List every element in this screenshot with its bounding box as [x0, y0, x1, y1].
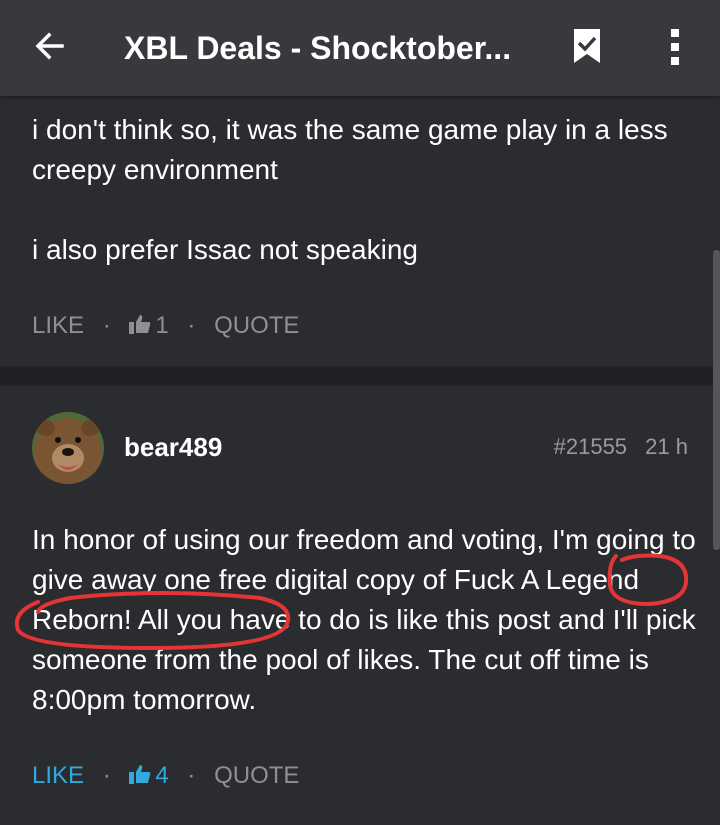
username[interactable]: bear489	[124, 430, 222, 464]
separator: ·	[187, 311, 196, 339]
separator: ·	[102, 761, 111, 789]
post-paragraph: In honor of using our freedom and voting…	[32, 524, 696, 715]
quote-button[interactable]: QUOTE	[214, 306, 299, 346]
post-number[interactable]: #21555	[554, 434, 627, 459]
post-meta: #21555 21 h	[554, 432, 688, 462]
post-body: i don't think so, it was the same game p…	[32, 110, 696, 270]
thumbs-up-icon	[129, 765, 151, 785]
separator: ·	[102, 311, 111, 339]
like-count[interactable]: 4	[129, 755, 169, 796]
thumbs-up-icon	[129, 315, 151, 335]
like-count[interactable]: 1	[129, 305, 169, 346]
bear-avatar-image	[32, 412, 104, 484]
thread-title: XBL Deals - Shocktober...	[124, 30, 512, 66]
separator: ·	[187, 761, 196, 789]
post-actions: LIKE · 4 · QUOTE	[32, 755, 299, 795]
scrollbar[interactable]	[713, 250, 720, 550]
post-time: 21 h	[645, 434, 688, 459]
post-bear489: bear489 #21555 21 h In honor of using ou…	[0, 386, 720, 825]
more-vertical-icon[interactable]	[660, 26, 690, 68]
post-actions: LIKE · 1 · QUOTE	[32, 305, 299, 345]
post-previous: i don't think so, it was the same game p…	[0, 96, 720, 366]
post-body: In honor of using our freedom and voting…	[32, 520, 696, 720]
arrow-left-icon[interactable]	[32, 28, 68, 64]
post-paragraph: i also prefer Issac not speaking	[32, 234, 418, 265]
app-bar: XBL Deals - Shocktober...	[0, 0, 720, 96]
like-button[interactable]: LIKE	[32, 756, 84, 796]
quote-button[interactable]: QUOTE	[214, 756, 299, 796]
avatar[interactable]	[32, 412, 104, 484]
bookmark-check-icon[interactable]	[570, 26, 604, 66]
like-count-value: 1	[155, 311, 169, 339]
like-count-value: 4	[155, 761, 169, 789]
like-button[interactable]: LIKE	[32, 306, 84, 346]
post-paragraph: i don't think so, it was the same game p…	[32, 114, 668, 185]
post-divider	[0, 366, 720, 386]
